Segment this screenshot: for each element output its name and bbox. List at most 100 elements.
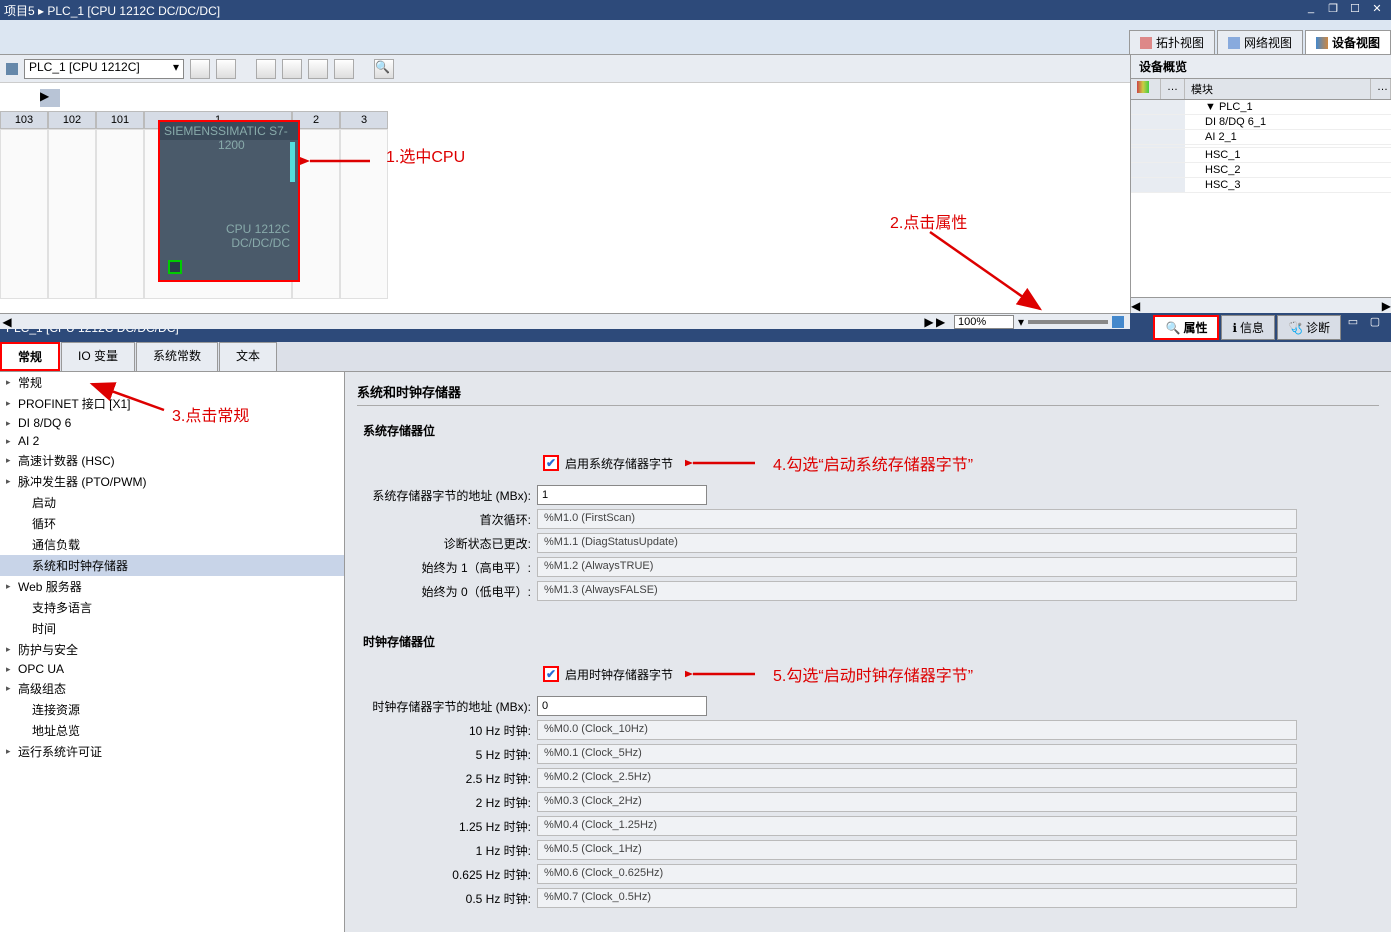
annotation-arrow-2 [920, 227, 1050, 313]
sys-addr-input[interactable] [537, 485, 707, 505]
sys-title: 系统存储器位 [357, 422, 1379, 439]
cpu-module[interactable]: SIEMENSSIMATIC S7-1200 CPU 1212CDC/DC/DC [158, 120, 300, 282]
clk-addr-input[interactable] [537, 696, 707, 716]
annotation-arrow-5 [685, 666, 765, 682]
col-module[interactable]: 模块 [1185, 79, 1371, 99]
maximize-button[interactable]: ☐ [1345, 2, 1365, 18]
field-value: %M0.4 (Clock_1.25Hz) [537, 816, 1297, 836]
nav-item[interactable]: 循环 [0, 513, 344, 534]
nav-item[interactable]: ▸高级组态 [0, 678, 344, 699]
overview-title: 设备概览 [1131, 55, 1391, 79]
nav-item[interactable]: ▸防护与安全 [0, 639, 344, 660]
tab-properties[interactable]: 🔍属性 [1153, 315, 1219, 340]
nav-item[interactable]: 时间 [0, 618, 344, 639]
tab-topology[interactable]: 拓扑视图 [1129, 30, 1215, 54]
caret-icon: ▸ [6, 683, 14, 694]
device-view: PLC_1 [CPU 1212C]▾ 🔍 ▶ 103 102 101 1 2 3… [0, 55, 1131, 313]
subtab-general[interactable]: 常规 [0, 342, 60, 371]
panel-min-icon[interactable]: ▭ [1343, 315, 1363, 331]
overview-row[interactable]: HSC_1 [1131, 148, 1391, 163]
slot-cell[interactable] [0, 129, 48, 299]
slot-cell[interactable] [48, 129, 96, 299]
nav-item[interactable]: ▸运行系统许可证 [0, 741, 344, 762]
field-label: 5 Hz 时钟: [357, 746, 537, 763]
nav-item[interactable]: ▸DI 8/DQ 6 [0, 414, 344, 432]
section-title: 系统和时钟存储器 [357, 378, 1379, 406]
nav-item[interactable]: ▸高速计数器 (HSC) [0, 450, 344, 471]
toolbar-btn-2[interactable] [216, 59, 236, 79]
ov-scrollbar[interactable]: ◀▶ [1131, 297, 1391, 313]
toolbar-btn-3[interactable] [256, 59, 276, 79]
sys-chk-label: 启用系统存储器字节 [565, 455, 673, 472]
nav-item[interactable]: ▸常规 [0, 372, 344, 393]
annotation-1: 1.选中CPU [386, 143, 465, 167]
enable-system-memory-checkbox[interactable]: ✔ [543, 455, 559, 471]
overview-row[interactable]: ▼ PLC_1 [1131, 100, 1391, 115]
overview-row[interactable]: HSC_2 [1131, 163, 1391, 178]
nav-item[interactable]: ▸OPC UA [0, 660, 344, 678]
slot-cell[interactable] [340, 129, 388, 299]
nav-item[interactable]: 通信负载 [0, 534, 344, 555]
nav-item[interactable]: 启动 [0, 492, 344, 513]
chevron-down-icon[interactable]: ▾ [1018, 315, 1024, 329]
field-value: %M0.7 (Clock_0.5Hz) [537, 888, 1297, 908]
subtab-const[interactable]: 系统常数 [136, 342, 218, 371]
nav-item[interactable]: ▸脉冲发生器 (PTO/PWM) [0, 471, 344, 492]
toolbar-btn-1[interactable] [190, 59, 210, 79]
info-icon: ℹ [1232, 321, 1237, 335]
cpu-led-strip [290, 142, 295, 182]
restore-button[interactable]: ❐ [1323, 2, 1343, 18]
toolbar-btn-4[interactable] [282, 59, 302, 79]
sub-tabs: 常规 IO 变量 系统常数 文本 [0, 342, 1391, 372]
field-value: %M1.3 (AlwaysFALSE) [537, 581, 1297, 601]
rack-canvas[interactable]: ▶ 103 102 101 1 2 3 ck_0 SIEMENSSIMATIC … [0, 83, 1130, 313]
nav-item[interactable]: 地址总览 [0, 720, 344, 741]
col-dots: … [1161, 79, 1185, 99]
enable-clock-memory-checkbox[interactable]: ✔ [543, 666, 559, 682]
annotation-4: 4.勾选“启动系统存储器字节” [773, 451, 973, 475]
overview-row[interactable]: HSC_3 [1131, 178, 1391, 193]
nav-item[interactable]: ▸PROFINET 接口 [X1] [0, 393, 344, 414]
overview-row[interactable]: DI 8/DQ 6_1 [1131, 115, 1391, 130]
device-overview: 设备概览 … 模块 … ▼ PLC_1DI 8/DQ 6_1AI 2_1HSC_… [1131, 55, 1391, 313]
toolbar-btn-6[interactable] [334, 59, 354, 79]
check-icon: ✔ [546, 456, 556, 470]
caret-icon: ▸ [6, 436, 14, 447]
nav-item[interactable]: 支持多语言 [0, 597, 344, 618]
tab-device[interactable]: 设备视图 [1305, 30, 1391, 54]
caret-icon: ▸ [6, 418, 14, 429]
subtab-text[interactable]: 文本 [219, 342, 277, 371]
field-label: 始终为 1（高电平）: [357, 559, 537, 576]
nav-tree: 3.点击常规 ▸常规▸PROFINET 接口 [X1]▸DI 8/DQ 6▸AI… [0, 372, 345, 932]
overview-row[interactable]: AI 2_1 [1131, 130, 1391, 145]
h-scrollbar[interactable]: ◀ ▶ ▶ 100% ▾ [0, 313, 1130, 329]
field-value: %M1.2 (AlwaysTRUE) [537, 557, 1297, 577]
tab-network[interactable]: 网络视图 [1217, 30, 1303, 54]
close-button[interactable]: ✕ [1367, 2, 1387, 18]
zoom-button[interactable]: 🔍 [374, 59, 394, 79]
diag-icon: 🩺 [1288, 321, 1303, 335]
field-value: %M1.0 (FirstScan) [537, 509, 1297, 529]
field-label: 2 Hz 时钟: [357, 794, 537, 811]
minimize-button[interactable]: _ [1301, 2, 1321, 18]
field-label: 始终为 0（低电平）: [357, 583, 537, 600]
nav-item[interactable]: 系统和时钟存储器 [0, 555, 344, 576]
slot-102: 102 [48, 111, 96, 129]
fit-icon[interactable] [1112, 316, 1124, 328]
nav-item[interactable]: ▸AI 2 [0, 432, 344, 450]
caret-icon: ▸ [6, 398, 14, 409]
nav-item[interactable]: ▸Web 服务器 [0, 576, 344, 597]
toolbar-btn-5[interactable] [308, 59, 328, 79]
device-selector[interactable]: PLC_1 [CPU 1212C]▾ [24, 59, 184, 79]
tab-diagnostics[interactable]: 🩺诊断 [1277, 315, 1341, 340]
panel-max-icon[interactable]: ▢ [1365, 315, 1385, 331]
subtab-io[interactable]: IO 变量 [61, 342, 135, 371]
tab-info[interactable]: ℹ信息 [1221, 315, 1275, 340]
zoom-input[interactable]: 100% [954, 315, 1014, 329]
nav-item[interactable]: 连接资源 [0, 699, 344, 720]
slot-cell[interactable] [96, 129, 144, 299]
zoom-slider[interactable] [1028, 320, 1108, 324]
field-value: %M0.6 (Clock_0.625Hz) [537, 864, 1297, 884]
ruler-arrow-icon: ▶ [40, 89, 60, 107]
network-icon [1228, 37, 1240, 49]
